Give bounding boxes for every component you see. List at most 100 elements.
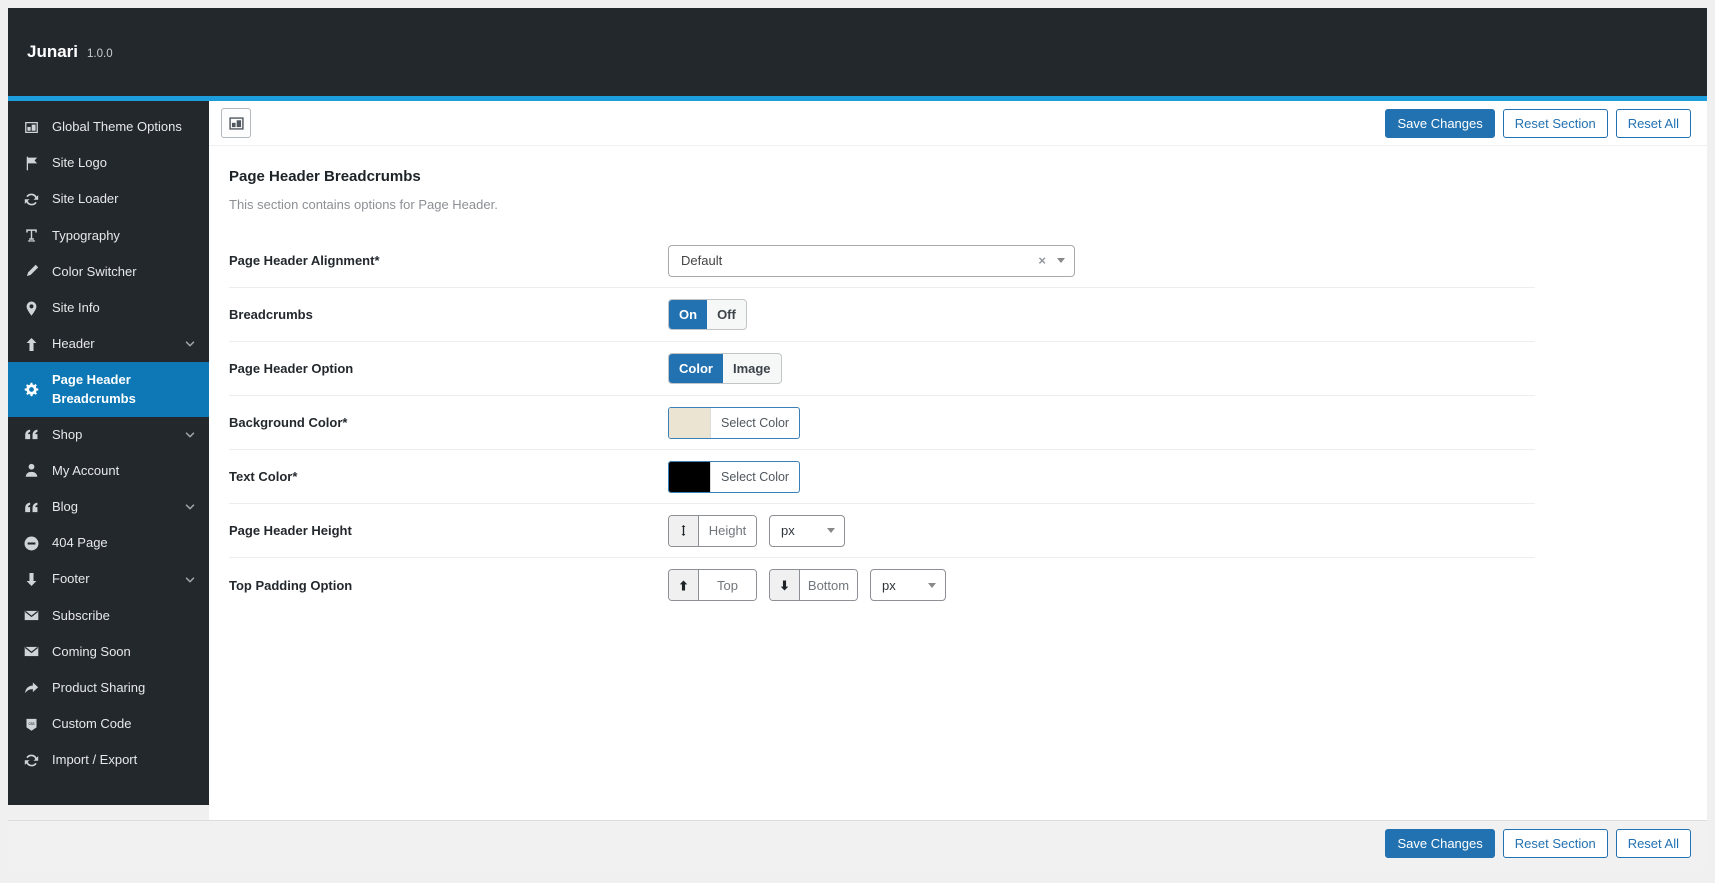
sidebar-item-coming-soon[interactable]: Coming Soon: [8, 634, 209, 670]
quote-icon: [23, 426, 41, 443]
user-icon: [23, 462, 41, 479]
sidebar-item-label: Subscribe: [52, 607, 110, 623]
sidebar-nav: Global Theme Options Site Logo Site Load…: [8, 101, 209, 805]
sidebar-item-label: Shop: [52, 426, 83, 442]
sidebar-item-footer[interactable]: Footer: [8, 561, 209, 597]
save-changes-button[interactable]: Save Changes: [1385, 108, 1495, 138]
page-header-alignment-select[interactable]: Default ×: [668, 244, 1075, 277]
brand-name: Junari: [27, 42, 79, 61]
sidebar-item-site-info[interactable]: Site Info: [8, 290, 209, 326]
quote-icon: [23, 499, 41, 516]
minus-circle-icon: [23, 535, 41, 552]
sidebar-item-label: Import / Export: [52, 752, 138, 768]
sidebar-item-blog[interactable]: Blog: [8, 489, 209, 525]
sidebar-item-my-account[interactable]: My Account: [8, 453, 209, 489]
sync-icon: [23, 191, 41, 208]
sidebar-item-label: Color Switcher: [52, 263, 137, 279]
height-input[interactable]: [699, 515, 756, 546]
arrow-up-icon: [669, 570, 699, 600]
sidebar-item-label: Product Sharing: [52, 680, 146, 695]
reset-all-button-bottom[interactable]: Reset All: [1615, 828, 1691, 858]
field-label: Page Header Height: [229, 523, 352, 538]
sidebar-item-color-switcher[interactable]: Color Switcher: [8, 254, 209, 290]
clear-selection-icon[interactable]: ×: [1038, 253, 1046, 268]
field-row-top-padding-option: Top Padding Option px: [229, 558, 1535, 612]
sidebar-item-product-sharing[interactable]: Product Sharing: [8, 670, 209, 706]
color-swatch: [669, 407, 711, 438]
height-input-group: [668, 514, 757, 547]
sidebar-item-404-page[interactable]: 404 Page: [8, 525, 209, 561]
padding-unit-select[interactable]: px: [870, 569, 946, 601]
reset-section-button[interactable]: Reset Section: [1502, 108, 1608, 138]
color-swatch: [669, 461, 711, 492]
envelope-icon: [23, 643, 41, 660]
field-row-page-header-alignment: Page Header Alignment* Default ×: [229, 234, 1535, 288]
chevron-down-icon: [183, 428, 197, 442]
text-color-picker[interactable]: Select Color: [668, 460, 801, 493]
chevron-down-icon: [183, 337, 197, 351]
field-row-page-header-height: Page Header Height px: [229, 504, 1535, 558]
flag-icon: [23, 155, 41, 172]
field-row-text-color: Text Color* Select Color: [229, 450, 1535, 504]
switch-option-off[interactable]: Off: [707, 300, 746, 329]
dropdown-arrow-icon: [1057, 258, 1065, 263]
v-arrow-icon: [669, 515, 699, 546]
sidebar-item-label: 404 Page: [52, 535, 108, 551]
content-toolbar: Save Changes Reset Section Reset All: [209, 101, 1707, 146]
sidebar-item-label: Site Logo: [52, 155, 107, 171]
sidebar-item-global-theme-options[interactable]: Global Theme Options: [8, 109, 209, 145]
breadcrumbs-switch: On Off: [668, 299, 747, 330]
bottom-padding-input[interactable]: [800, 570, 857, 600]
sidebar-item-label: Typography: [52, 227, 120, 243]
sidebar-item-label: My Account: [52, 462, 120, 478]
sidebar-item-shop[interactable]: Shop: [8, 417, 209, 453]
sidebar-item-label: Footer: [52, 571, 90, 587]
section-description: This section contains options for Page H…: [229, 197, 498, 212]
save-changes-button-bottom[interactable]: Save Changes: [1385, 828, 1495, 858]
top-padding-input[interactable]: [699, 570, 756, 600]
field-row-breadcrumbs: Breadcrumbs On Off: [229, 288, 1535, 342]
unit-value: px: [882, 577, 896, 593]
sidebar-item-label: Coming Soon: [52, 643, 131, 659]
reset-section-button-bottom[interactable]: Reset Section: [1502, 828, 1608, 858]
sync-icon: [23, 752, 41, 769]
sidebar-item-label: Site Loader: [52, 191, 119, 207]
reset-all-button[interactable]: Reset All: [1615, 108, 1691, 138]
arrow-down-icon: [770, 570, 800, 600]
expand-panel-button[interactable]: [221, 108, 251, 138]
background-color-picker[interactable]: Select Color: [668, 406, 801, 439]
footer-bar: Save Changes Reset Section Reset All: [8, 820, 1707, 865]
sidebar-item-import-export[interactable]: Import / Export: [8, 742, 209, 778]
page-header-option-switch: Color Image: [668, 353, 782, 384]
sidebar-item-page-header-breadcrumbs[interactable]: Page Header Breadcrumbs: [8, 362, 209, 417]
sidebar-item-label: Custom Code: [52, 716, 132, 732]
sidebar-item-header[interactable]: Header: [8, 326, 209, 362]
field-label: Page Header Option: [229, 361, 354, 376]
pin-icon: [23, 300, 41, 317]
envelope-icon: [23, 607, 41, 624]
sidebar-item-subscribe[interactable]: Subscribe: [8, 598, 209, 634]
sidebar-item-site-loader[interactable]: Site Loader: [8, 181, 209, 217]
field-label: Background Color*: [229, 415, 348, 430]
chevron-down-icon: [183, 500, 197, 514]
sidebar-item-typography[interactable]: Typography: [8, 218, 209, 254]
sidebar-item-site-logo[interactable]: Site Logo: [8, 145, 209, 181]
sidebar-item-custom-code[interactable]: Custom Code: [8, 706, 209, 742]
version-label: 1.0.0: [87, 47, 113, 60]
chevron-down-icon: [183, 573, 197, 587]
switch-option-image[interactable]: Image: [723, 354, 781, 383]
sidebar-item-label: Header: [52, 336, 95, 352]
field-label: Breadcrumbs: [229, 307, 313, 322]
unit-value: px: [781, 523, 795, 538]
field-row-background-color: Background Color* Select Color: [229, 396, 1535, 450]
height-unit-select[interactable]: px: [769, 514, 845, 547]
select-value: Default: [681, 253, 723, 268]
layout-icon: [227, 114, 246, 133]
dropdown-arrow-icon: [928, 582, 936, 588]
theme-header-bar: Junari 1.0.0: [8, 8, 1707, 101]
field-label: Page Header Alignment*: [229, 253, 380, 268]
switch-option-on[interactable]: On: [669, 300, 708, 329]
sidebar-item-label: Page Header Breadcrumbs: [52, 372, 136, 406]
dropdown-arrow-icon: [827, 528, 835, 533]
switch-option-color[interactable]: Color: [669, 354, 723, 383]
